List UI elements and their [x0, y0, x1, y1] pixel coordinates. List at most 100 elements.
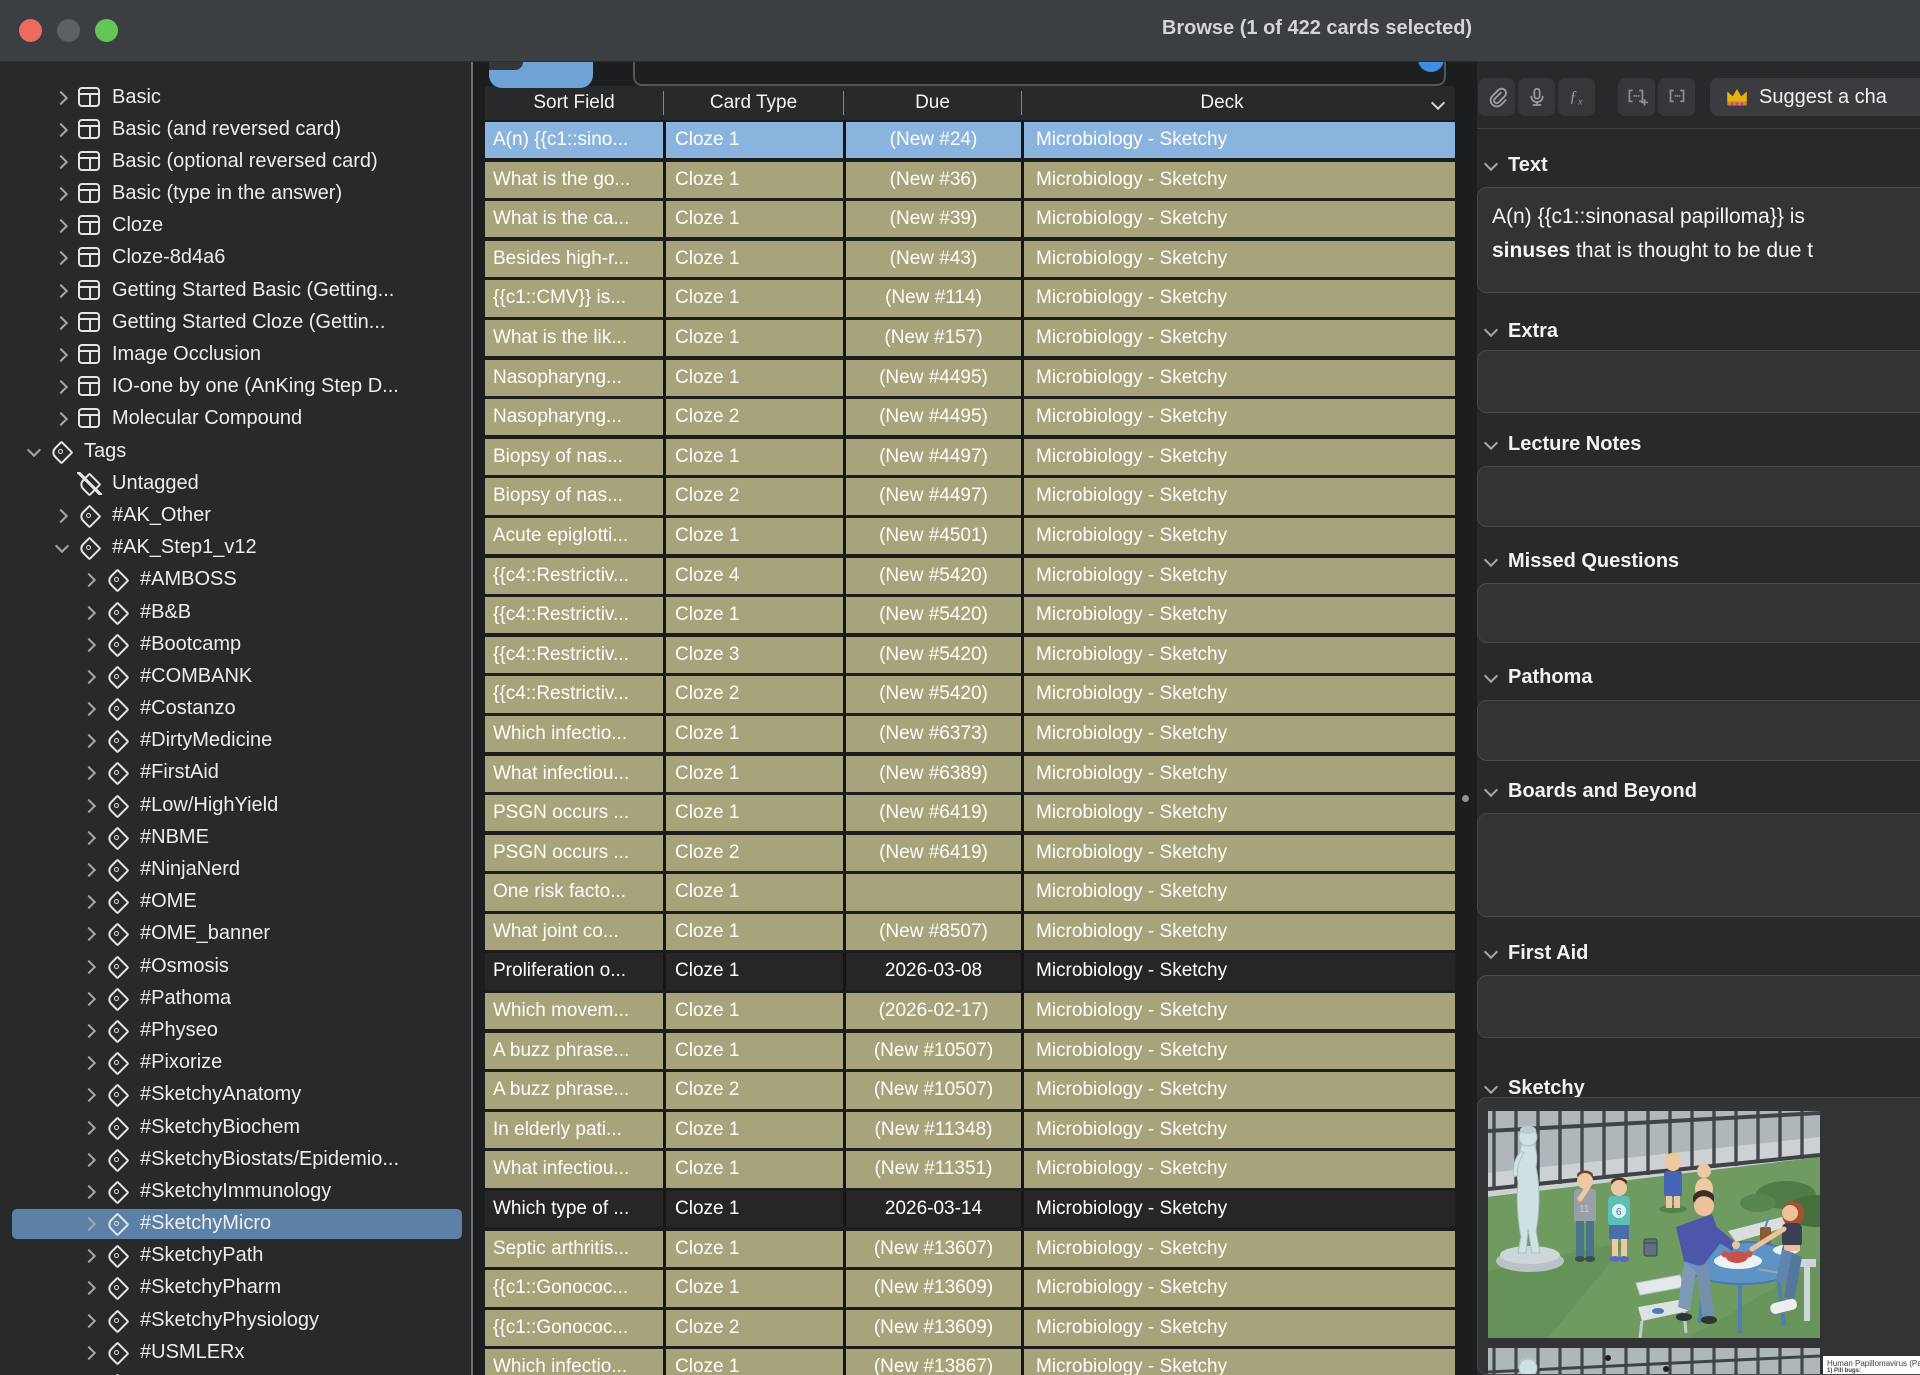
field-pathoma[interactable]	[1477, 700, 1920, 761]
expand-chevron-icon[interactable]	[81, 1151, 98, 1168]
expand-chevron-icon[interactable]	[81, 990, 98, 1007]
expand-chevron-icon[interactable]	[81, 1312, 98, 1329]
sidebar-item[interactable]	[12, 1370, 462, 1375]
field-header-text[interactable]: Text	[1477, 152, 1548, 178]
field-text[interactable]: A(n) {{c1::sinonasal papilloma}} is sinu…	[1477, 187, 1920, 293]
expand-chevron-icon[interactable]	[81, 797, 98, 814]
sidebar-item[interactable]: Cloze-8d4a6	[12, 243, 462, 273]
table-row[interactable]: Which infectio... Cloze 1 (New #6373) Mi…	[485, 716, 1455, 752]
sidebar-splitter[interactable]	[471, 62, 473, 1375]
sidebar-item[interactable]: #SketchyPharm	[12, 1273, 462, 1303]
sidebar-item[interactable]: #AK_Step1_v12	[12, 533, 462, 563]
expand-chevron-icon[interactable]	[81, 1183, 98, 1200]
table-row[interactable]: What is the go... Cloze 1 (New #36) Micr…	[485, 162, 1455, 198]
field-header-boards-and-beyond[interactable]: Boards and Beyond	[1477, 778, 1697, 804]
expand-chevron-icon[interactable]	[53, 185, 70, 202]
sidebar-item[interactable]: #NinjaNerd	[12, 855, 462, 885]
field-missed-questions[interactable]	[1477, 583, 1920, 643]
sidebar-item[interactable]: #Osmosis	[12, 951, 462, 981]
expand-chevron-icon[interactable]	[53, 346, 70, 363]
expand-chevron-icon[interactable]	[53, 282, 70, 299]
table-row[interactable]: A buzz phrase... Cloze 1 (New #10507) Mi…	[485, 1033, 1455, 1069]
close-button[interactable]	[19, 19, 42, 42]
sidebar-item[interactable]: #SketchyAnatomy	[12, 1080, 462, 1110]
table-row[interactable]: What infectiou... Cloze 1 (New #6389) Mi…	[485, 756, 1455, 792]
table-row[interactable]: {{c1::Gonococ... Cloze 2 (New #13609) Mi…	[485, 1310, 1455, 1346]
expand-chevron-icon[interactable]	[81, 1119, 98, 1136]
sidebar-item[interactable]: Basic (type in the answer)	[12, 179, 462, 209]
sidebar-item[interactable]: #Bootcamp	[12, 629, 462, 659]
table-row[interactable]: {{c4::Restrictiv... Cloze 4 (New #5420) …	[485, 558, 1455, 594]
sidebar-item[interactable]: Image Occlusion	[12, 340, 462, 370]
attach-button[interactable]	[1478, 78, 1515, 116]
suggest-change-button[interactable]: Suggest a cha	[1710, 78, 1920, 116]
sidebar-item[interactable]: #SketchyPath	[12, 1241, 462, 1271]
sidebar-item[interactable]: #SketchyPhysiology	[12, 1305, 462, 1335]
expand-chevron-icon[interactable]	[81, 1247, 98, 1264]
expand-chevron-icon[interactable]	[81, 700, 98, 717]
sidebar-item[interactable]: #SketchyBiostats/Epidemio...	[12, 1144, 462, 1174]
table-row[interactable]: {{c1::CMV}} is... Cloze 1 (New #114) Mic…	[485, 280, 1455, 316]
sidebar-item[interactable]: #Low/HighYield	[12, 790, 462, 820]
collapse-chevron-icon[interactable]	[1482, 1080, 1499, 1097]
collapse-chevron-icon[interactable]	[1482, 323, 1499, 340]
expand-chevron-icon[interactable]	[81, 1279, 98, 1296]
sidebar-item[interactable]: #FirstAid	[12, 758, 462, 788]
table-row[interactable]: A buzz phrase... Cloze 2 (New #10507) Mi…	[485, 1072, 1455, 1108]
sidebar-item[interactable]: #COMBANK	[12, 661, 462, 691]
expand-chevron-icon[interactable]	[53, 475, 70, 492]
field-header-lecture-notes[interactable]: Lecture Notes	[1477, 431, 1641, 457]
collapse-chevron-icon[interactable]	[1482, 945, 1499, 962]
table-row[interactable]: A(n) {{c1::sino... Cloze 1 (New #24) Mic…	[485, 122, 1455, 158]
sidebar-item[interactable]: #Pixorize	[12, 1048, 462, 1078]
table-row[interactable]: What is the ca... Cloze 1 (New #39) Micr…	[485, 201, 1455, 237]
sidebar-item[interactable]: Cloze	[12, 211, 462, 241]
record-audio-button[interactable]	[1518, 78, 1555, 116]
table-row[interactable]: Septic arthritis... Cloze 1 (New #13607)…	[485, 1231, 1455, 1267]
collapse-chevron-icon[interactable]	[1482, 553, 1499, 570]
table-row[interactable]: Proliferation o... Cloze 1 2026-03-08 Mi…	[485, 953, 1455, 989]
table-row[interactable]: Acute epiglotti... Cloze 1 (New #4501) M…	[485, 518, 1455, 554]
table-row[interactable]: Nasopharyng... Cloze 2 (New #4495) Micro…	[485, 399, 1455, 435]
collapse-chevron-icon[interactable]	[1482, 669, 1499, 686]
table-row[interactable]: In elderly pati... Cloze 1 (New #11348) …	[485, 1112, 1455, 1148]
expand-chevron-icon[interactable]	[81, 604, 98, 621]
sidebar-item[interactable]: #SketchyBiochem	[12, 1112, 462, 1142]
sidebar-item[interactable]: #OME	[12, 887, 462, 917]
expand-chevron-icon[interactable]	[81, 668, 98, 685]
sidebar-item[interactable]: Basic (and reversed card)	[12, 114, 462, 144]
field-extra[interactable]	[1477, 350, 1920, 413]
sidebar-item[interactable]: Basic	[12, 82, 462, 112]
expand-chevron-icon[interactable]	[81, 1022, 98, 1039]
expand-chevron-icon[interactable]	[81, 925, 98, 942]
table-row[interactable]: What is the lik... Cloze 1 (New #157) Mi…	[485, 320, 1455, 356]
minimize-button[interactable]	[57, 19, 80, 42]
header-due[interactable]: Due	[844, 92, 1021, 114]
table-row[interactable]: {{c1::Gonococ... Cloze 1 (New #13609) Mi…	[485, 1270, 1455, 1306]
expand-chevron-icon[interactable]	[81, 1054, 98, 1071]
table-row[interactable]: PSGN occurs ... Cloze 2 (New #6419) Micr…	[485, 835, 1455, 871]
collapse-chevron-icon[interactable]	[1482, 436, 1499, 453]
expand-chevron-icon[interactable]	[81, 829, 98, 846]
table-row[interactable]: Which type of ... Cloze 1 2026-03-14 Mic…	[485, 1191, 1455, 1227]
expand-chevron-icon[interactable]	[81, 571, 98, 588]
sidebar-item[interactable]: Getting Started Basic (Getting...	[12, 275, 462, 305]
sidebar-item[interactable]: #SketchyImmunology	[12, 1176, 462, 1206]
table-row[interactable]: Which infectio... Cloze 1 (New #13867) M…	[485, 1349, 1455, 1375]
field-lecture-notes[interactable]	[1477, 466, 1920, 527]
zoom-button[interactable]	[95, 19, 118, 42]
expand-chevron-icon[interactable]	[81, 958, 98, 975]
table-row[interactable]: One risk facto... Cloze 1 Microbiology -…	[485, 874, 1455, 910]
sidebar-item[interactable]: Getting Started Cloze (Gettin...	[12, 307, 462, 337]
sidebar-item[interactable]: Untagged	[12, 468, 462, 498]
expand-chevron-icon[interactable]	[53, 410, 70, 427]
table-row[interactable]: Biopsy of nas... Cloze 2 (New #4497) Mic…	[485, 478, 1455, 514]
field-header-first-aid[interactable]: First Aid	[1477, 940, 1588, 966]
cloze-same-button[interactable]	[1658, 78, 1695, 116]
sidebar-item[interactable]: Molecular Compound	[12, 404, 462, 434]
expand-chevron-icon[interactable]	[81, 1215, 98, 1232]
sidebar-item[interactable]: IO-one by one (AnKing Step D...	[12, 372, 462, 402]
sidebar-item[interactable]: #DirtyMedicine	[12, 726, 462, 756]
expand-chevron-icon[interactable]	[53, 539, 70, 556]
table-row[interactable]: PSGN occurs ... Cloze 1 (New #6419) Micr…	[485, 795, 1455, 831]
